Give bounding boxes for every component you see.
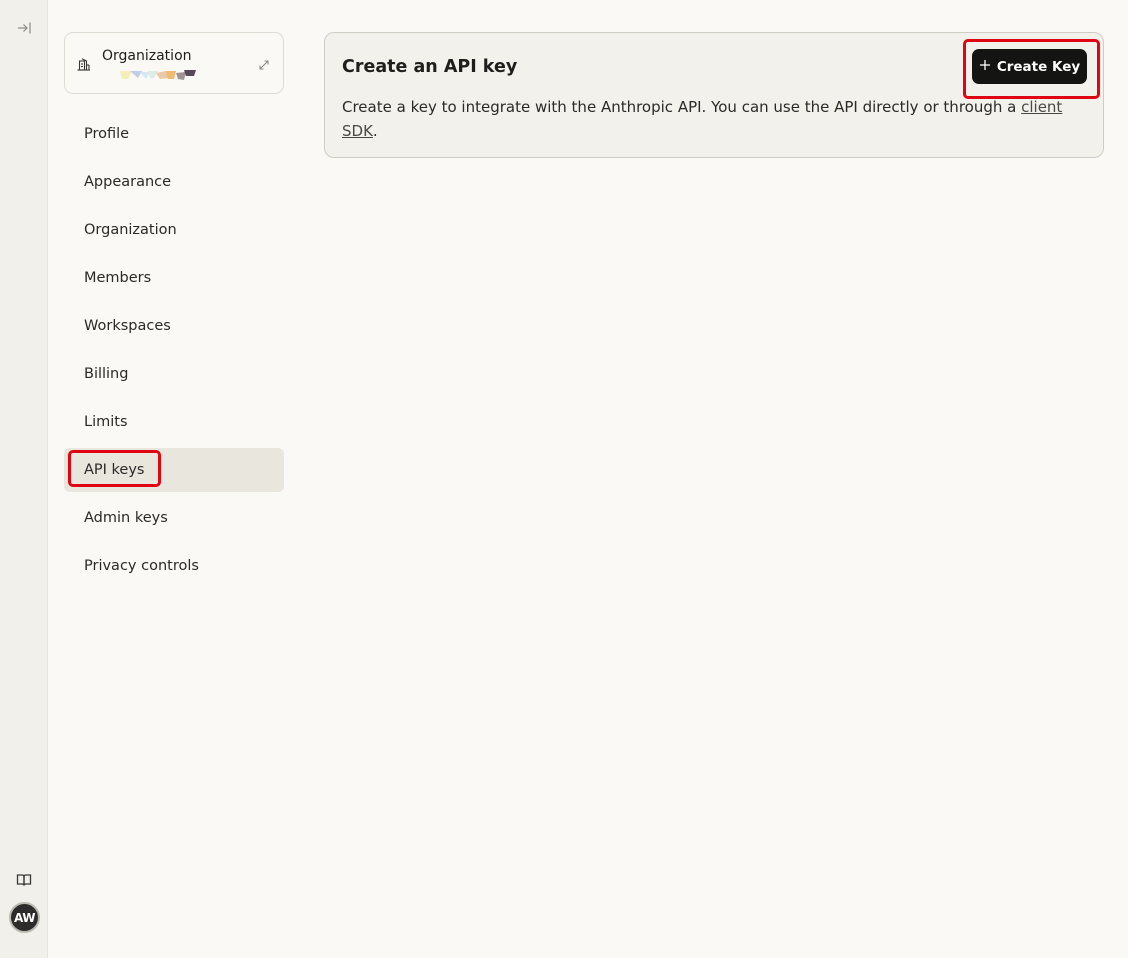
organization-switcher[interactable]: Organization bbox=[64, 32, 284, 94]
nav-item-label: Admin keys bbox=[84, 510, 168, 526]
create-key-button[interactable]: Create Key bbox=[972, 49, 1087, 84]
expand-arrows-icon bbox=[258, 56, 270, 75]
nav-item-label: Limits bbox=[84, 414, 128, 430]
nav-item-label: Appearance bbox=[84, 174, 172, 190]
organization-name-redacted bbox=[120, 66, 200, 85]
nav-item-admin-keys[interactable]: Admin keys bbox=[64, 496, 284, 540]
nav-item-billing[interactable]: Billing bbox=[64, 352, 284, 396]
building-icon bbox=[77, 56, 91, 75]
user-avatar[interactable]: AW bbox=[9, 902, 40, 933]
organization-title: Organization bbox=[102, 48, 192, 64]
nav-item-privacy-controls[interactable]: Privacy controls bbox=[64, 544, 284, 588]
nav-item-label: Members bbox=[84, 270, 152, 286]
nav-item-members[interactable]: Members bbox=[64, 256, 284, 300]
settings-main: Organization Profile Appearance Organiza… bbox=[48, 0, 1128, 958]
left-rail: AW bbox=[0, 0, 48, 958]
nav-item-limits[interactable]: Limits bbox=[64, 400, 284, 444]
nav-item-profile[interactable]: Profile bbox=[64, 112, 284, 156]
plus-icon bbox=[979, 59, 991, 75]
card-title: Create an API key bbox=[342, 57, 518, 77]
nav-item-workspaces[interactable]: Workspaces bbox=[64, 304, 284, 348]
nav-item-organization[interactable]: Organization bbox=[64, 208, 284, 252]
book-icon[interactable] bbox=[14, 870, 34, 890]
card-description: Create a key to integrate with the Anthr… bbox=[342, 95, 1082, 143]
description-text: Create a key to integrate with the Anthr… bbox=[342, 98, 1022, 116]
sidebar-expand-icon[interactable] bbox=[14, 18, 34, 38]
create-key-label: Create Key bbox=[996, 58, 1081, 75]
description-end: . bbox=[372, 122, 378, 140]
create-api-key-card: Create an API key Create a key to integr… bbox=[324, 32, 1104, 158]
settings-nav: Profile Appearance Organization Members … bbox=[64, 112, 284, 592]
nav-item-label: Billing bbox=[84, 366, 129, 382]
nav-item-label: Profile bbox=[84, 126, 130, 142]
nav-item-label: API keys bbox=[84, 462, 145, 478]
nav-item-api-keys[interactable]: API keys bbox=[64, 448, 284, 492]
nav-item-label: Organization bbox=[84, 222, 177, 238]
nav-item-label: Workspaces bbox=[84, 318, 171, 334]
nav-item-label: Privacy controls bbox=[84, 558, 199, 574]
nav-item-appearance[interactable]: Appearance bbox=[64, 160, 284, 204]
